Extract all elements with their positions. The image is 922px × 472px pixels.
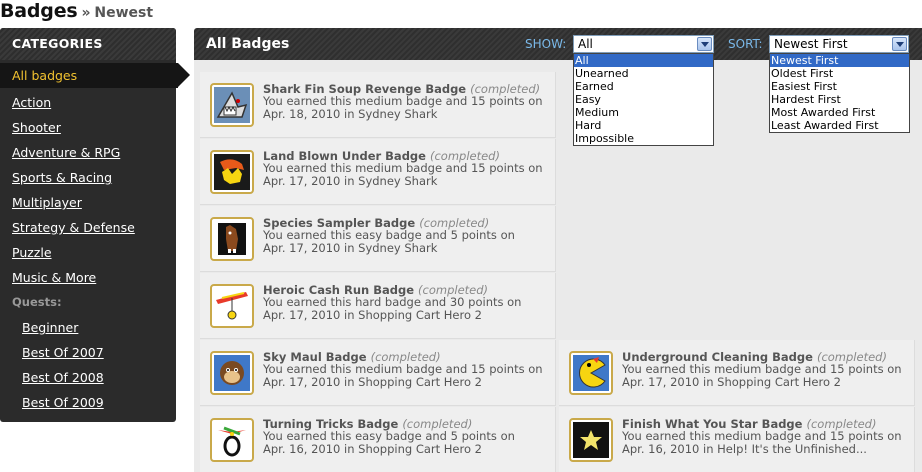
horse-badge-icon (214, 221, 250, 257)
show-filter-label: SHOW: (525, 37, 567, 51)
badge-frame (210, 83, 254, 127)
show-option-hard[interactable]: Hard (574, 119, 713, 132)
sidebar-item-strategy-defense[interactable]: Strategy & Defense (0, 215, 176, 240)
show-filter-value: All (578, 37, 593, 51)
badge-frame (569, 351, 613, 395)
sidebar-quest-best-of-2007[interactable]: Best Of 2007 (0, 340, 176, 365)
sort-option-least-awarded-first[interactable]: Least Awarded First (770, 119, 909, 132)
badge-frame (569, 418, 613, 462)
badge-description: You earned this medium badge and 15 poin… (263, 362, 543, 389)
sidebar-quest-beginner[interactable]: Beginner (0, 315, 176, 340)
sidebar-item-shooter[interactable]: Shooter (0, 115, 176, 140)
quests-label: Quests: (12, 295, 62, 309)
badge-frame (210, 284, 254, 328)
panel-heading: All Badges (206, 36, 290, 52)
badge-card[interactable]: Underground Cleaning Badge (completed) Y… (559, 340, 915, 406)
chevron-down-icon[interactable] (892, 37, 907, 51)
badge-frame (210, 150, 254, 194)
sort-value: Newest First (774, 37, 848, 51)
hang-glider-badge-icon (214, 288, 250, 324)
star-badge-icon (573, 422, 609, 458)
show-filter-dropdown: All Unearned Earned Easy Medium Hard Imp… (573, 53, 714, 146)
chevron-down-icon[interactable] (697, 37, 712, 51)
badge-description: You earned this easy badge and 5 points … (263, 429, 515, 456)
badge-description: You earned this medium badge and 15 poin… (263, 161, 543, 188)
sort-dropdown: Newest First Oldest First Easiest First … (769, 53, 910, 133)
badge-card[interactable]: Turning Tricks Badge (completed) You ear… (200, 407, 556, 472)
sidebar-item-action[interactable]: Action (0, 90, 176, 115)
shark-badge-icon (214, 87, 250, 123)
sort-option-most-awarded-first[interactable]: Most Awarded First (770, 106, 909, 119)
sort-option-oldest-first[interactable]: Oldest First (770, 67, 909, 80)
categories-heading: CATEGORIES (0, 28, 176, 60)
badge-card[interactable]: Species Sampler Badge (completed) You ea… (200, 206, 556, 272)
sidebar-quest-best-of-2009[interactable]: Best Of 2009 (0, 390, 176, 415)
monkey-badge-icon (214, 355, 250, 391)
sidebar-item-all-badges[interactable]: All badges (0, 63, 190, 88)
badge-frame (210, 217, 254, 261)
show-option-unearned[interactable]: Unearned (574, 67, 713, 80)
show-filter-select[interactable]: All (573, 35, 714, 53)
sort-label: SORT: (728, 37, 763, 51)
page-header: Badges» Newest (0, 0, 154, 22)
propeller-badge-icon (214, 422, 250, 458)
sidebar-quest-best-of-2008[interactable]: Best Of 2008 (0, 365, 176, 390)
sidebar-item-puzzle[interactable]: Puzzle (0, 240, 176, 265)
badge-card[interactable]: Sky Maul Badge (completed) You earned th… (200, 340, 556, 406)
show-option-all[interactable]: All (574, 54, 713, 67)
badge-frame (210, 351, 254, 395)
sort-option-newest-first[interactable]: Newest First (770, 54, 909, 67)
sort-option-hardest-first[interactable]: Hardest First (770, 93, 909, 106)
page-subtitle: Newest (94, 5, 154, 21)
badge-frame (210, 418, 254, 462)
sidebar-item-multiplayer[interactable]: Multiplayer (0, 190, 176, 215)
badge-description: You earned this medium badge and 15 poin… (263, 94, 543, 121)
badge-card[interactable]: Finish What You Star Badge (completed) Y… (559, 407, 915, 472)
show-option-easy[interactable]: Easy (574, 93, 713, 106)
sort-select[interactable]: Newest First (769, 35, 909, 53)
badge-description: You earned this hard badge and 30 points… (263, 295, 522, 322)
explosion-badge-icon (214, 154, 250, 190)
sidebar-item-sports-racing[interactable]: Sports & Racing (0, 165, 176, 190)
badge-card[interactable]: Land Blown Under Badge (completed) You e… (200, 139, 556, 205)
show-option-earned[interactable]: Earned (574, 80, 713, 93)
page-title: Badges (0, 0, 78, 22)
show-option-medium[interactable]: Medium (574, 106, 713, 119)
pacman-badge-icon (573, 355, 609, 391)
badge-card[interactable]: Shark Fin Soup Revenge Badge (completed)… (200, 72, 556, 138)
categories-sidebar: CATEGORIES All badges Action Shooter Adv… (0, 28, 190, 422)
breadcrumb-separator: » (81, 5, 91, 21)
sidebar-item-adventure-rpg[interactable]: Adventure & RPG (0, 140, 176, 165)
badge-description: You earned this medium badge and 15 poin… (622, 429, 902, 456)
sort-option-easiest-first[interactable]: Easiest First (770, 80, 909, 93)
badge-description: You earned this medium badge and 15 poin… (622, 362, 902, 389)
sidebar-item-music-more[interactable]: Music & More (0, 265, 176, 290)
badge-description: You earned this easy badge and 5 points … (263, 228, 515, 255)
show-option-impossible[interactable]: Impossible (574, 132, 713, 145)
badge-card[interactable]: Heroic Cash Run Badge (completed) You ea… (200, 273, 556, 339)
